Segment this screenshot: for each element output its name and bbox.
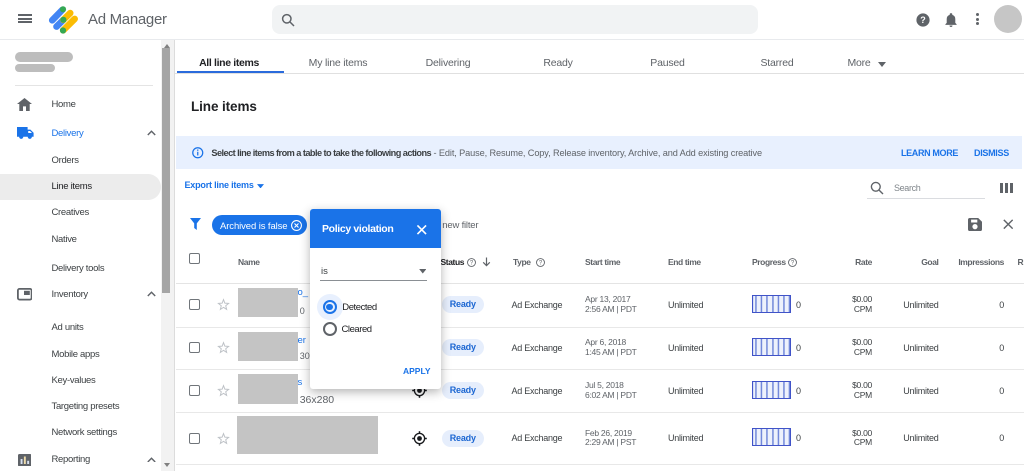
svg-text:?: ? [920,15,926,25]
